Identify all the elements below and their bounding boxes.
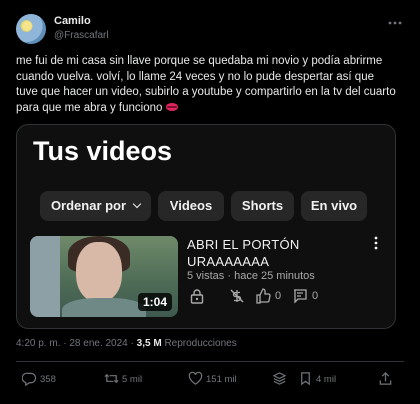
like-icon[interactable] — [255, 288, 271, 304]
sort-chip[interactable]: Ordenar por — [40, 191, 151, 221]
author-handle[interactable]: @Frascafarl — [54, 30, 109, 41]
divider — [16, 361, 404, 362]
chevron-down-icon — [132, 199, 142, 209]
tweet: Camilo @Frascafarl me fui de mi casa sin… — [0, 0, 420, 404]
bookmark-count: 4 mil — [316, 374, 337, 385]
comment-icon[interactable] — [292, 288, 308, 304]
bookmark-icon — [301, 372, 310, 386]
reply-icon — [22, 372, 37, 386]
views-label: Reproducciones — [164, 338, 237, 349]
video-title[interactable]: ABRI EL PORTÓN URAAAAAAA — [187, 236, 357, 270]
reply-count: 358 — [40, 374, 56, 385]
tweet-meta: 4:20 p. m. · 28 ene. 2024 · 3,5 M Reprod… — [16, 338, 237, 349]
video-likes: 0 — [275, 290, 282, 302]
author-name[interactable]: Camilo — [54, 15, 91, 27]
tweet-text: me fui de mi casa sin llave porque se qu… — [16, 54, 396, 116]
tweet-header: Camilo @Frascafarl — [16, 12, 404, 46]
video-thumbnail[interactable]: 1:04 — [30, 236, 178, 317]
tweet-timestamp[interactable]: 4:20 p. m. · 28 ene. 2024 · — [16, 338, 134, 349]
video-title-line-1: ABRI EL PORTÓN — [187, 237, 300, 252]
layers-icon — [272, 372, 287, 385]
monetization-off-icon[interactable] — [229, 288, 245, 304]
sort-chip-label: Ordenar por — [50, 198, 127, 213]
action-bar: 358 5 mil 151 mil 4 mil — [0, 367, 420, 393]
avatar[interactable] — [16, 14, 46, 44]
kiss-emoji-icon — [165, 103, 178, 112]
more-options-icon[interactable] — [386, 16, 404, 30]
views-count: 3,5 M — [136, 338, 162, 349]
avatar-sun-shape — [22, 21, 32, 31]
chip-shorts[interactable]: Shorts — [231, 191, 294, 221]
video-meta: 5 vistas · hace 25 minutos — [187, 270, 315, 282]
heart-icon — [188, 371, 203, 385]
media-screenshot[interactable]: Tus videos Ordenar por Videos Shorts En … — [16, 124, 396, 329]
video-title-line-2: URAAAAAAA — [187, 254, 270, 269]
like-count: 151 mil — [206, 374, 237, 385]
tweet-text-body: me fui de mi casa sin llave porque se qu… — [16, 55, 396, 114]
chip-live[interactable]: En vivo — [301, 191, 367, 221]
video-age: hace 25 minutos — [234, 270, 315, 282]
page-title: Tus videos — [33, 136, 173, 166]
video-views: 5 vistas — [187, 270, 225, 282]
video-more-icon[interactable] — [371, 236, 381, 252]
chip-videos[interactable]: Videos — [158, 191, 224, 221]
lock-icon[interactable] — [189, 288, 205, 304]
share-icon — [379, 372, 392, 385]
video-duration: 1:04 — [137, 293, 172, 311]
repost-icon — [104, 373, 119, 384]
video-comments: 0 — [312, 290, 319, 302]
repost-count: 5 mil — [122, 374, 143, 385]
